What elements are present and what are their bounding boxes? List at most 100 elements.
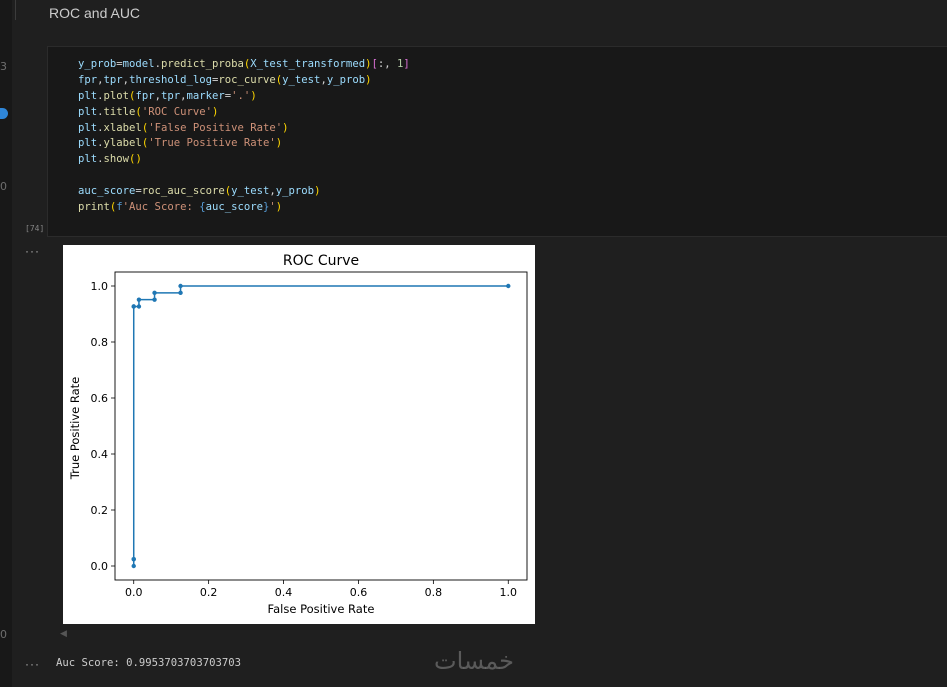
code-token: plt bbox=[78, 105, 98, 118]
chart-title: ROC Curve bbox=[283, 253, 359, 269]
roc-point bbox=[131, 304, 136, 309]
roc-point bbox=[506, 283, 511, 289]
code-token: 'ROC Curve' bbox=[141, 105, 212, 118]
code-token: threshold_log bbox=[129, 73, 212, 86]
code-line: auc_score=roc_auc_score(y_test,y_prob) bbox=[78, 184, 410, 200]
code-token: ) bbox=[135, 153, 142, 166]
code-token: plot bbox=[103, 89, 130, 102]
auc-output-text: Auc Score: 0.9953703703703703 bbox=[56, 657, 241, 669]
watermark-logo: خمسات bbox=[434, 647, 514, 675]
left-gutter: 3 0 0 bbox=[0, 0, 12, 687]
code-token: marker bbox=[186, 89, 225, 102]
output-more-icon[interactable]: ··· bbox=[25, 244, 40, 258]
code-line: y_prob=model.predict_proba(X_test_transf… bbox=[78, 57, 410, 73]
code-token: :, bbox=[377, 58, 397, 70]
code-token: X_test_transformed bbox=[250, 58, 366, 70]
code-token: auc_score bbox=[78, 185, 136, 198]
breakpoint-indicator[interactable] bbox=[0, 108, 8, 119]
y-tick-label: 0.4 bbox=[91, 448, 109, 461]
code-line: plt.xlabel('False Positive Rate') bbox=[78, 121, 410, 137]
roc-point bbox=[152, 297, 157, 302]
code-token: plt bbox=[78, 89, 98, 102]
roc-point bbox=[136, 297, 142, 302]
y-tick-label: 1.0 bbox=[91, 280, 109, 293]
code-token: ) bbox=[250, 89, 257, 102]
code-editor[interactable]: y_prob=model.predict_proba(X_test_transf… bbox=[78, 57, 410, 216]
output-more-icon[interactable]: ··· bbox=[25, 657, 40, 671]
y-tick-label: 0.2 bbox=[91, 504, 109, 517]
x-tick-label: 0.6 bbox=[350, 586, 368, 599]
roc-line bbox=[132, 285, 509, 566]
code-token: roc_curve bbox=[218, 73, 276, 86]
code-line: fpr,tpr,threshold_log=roc_curve(y_test,y… bbox=[78, 73, 410, 89]
roc-series bbox=[131, 283, 511, 569]
x-tick-label: 0.4 bbox=[275, 586, 293, 599]
roc-point bbox=[131, 556, 136, 562]
code-token: 'False Positive Rate' bbox=[148, 121, 283, 134]
execution-count: [74] bbox=[25, 224, 45, 233]
code-token: ] bbox=[403, 58, 410, 70]
roc-point bbox=[131, 563, 136, 569]
code-line: print(f'Auc Score: {auc_score}') bbox=[78, 200, 410, 216]
code-token: print bbox=[78, 201, 110, 214]
x-axis-label: False Positive Rate bbox=[268, 602, 375, 616]
code-token: plt bbox=[78, 137, 98, 150]
y-tick-label: 0.6 bbox=[91, 392, 109, 405]
code-token: 'Auc Score: bbox=[122, 201, 200, 214]
code-token: tpr bbox=[160, 89, 181, 102]
code-token: y_prob bbox=[78, 58, 117, 70]
watermark-text: خمسات bbox=[434, 647, 514, 675]
roc-point bbox=[152, 290, 157, 296]
cell-divider bbox=[15, 0, 16, 20]
code-token: ) bbox=[314, 185, 321, 198]
roc-plot-output: ROC Curve False Positive Rate True Posit… bbox=[63, 245, 535, 624]
x-tick-label: 1.0 bbox=[500, 586, 517, 599]
code-token: ) bbox=[275, 137, 283, 150]
y-axis-label: True Positive Rate bbox=[68, 377, 82, 480]
roc-point bbox=[178, 290, 183, 296]
code-token: y_prob bbox=[326, 73, 366, 86]
code-token: plt bbox=[78, 153, 98, 166]
code-token: y_prob bbox=[275, 185, 315, 198]
code-line: plt.title('ROC Curve') bbox=[78, 105, 410, 121]
code-token: 'True Positive Rate' bbox=[148, 137, 276, 150]
scroll-left-icon[interactable]: ◀ bbox=[60, 628, 67, 639]
roc-point bbox=[178, 283, 183, 289]
code-token: ) bbox=[282, 121, 289, 134]
code-token: fpr bbox=[78, 73, 98, 86]
code-token: y_test bbox=[282, 73, 321, 86]
code-token: model bbox=[122, 58, 155, 70]
roc-point bbox=[136, 304, 142, 309]
code-token: plt bbox=[78, 121, 98, 134]
code-token: y_test bbox=[231, 185, 270, 198]
code-token: ) bbox=[211, 105, 219, 118]
y-tick-label: 0.8 bbox=[91, 336, 109, 349]
roc-chart: ROC Curve False Positive Rate True Posit… bbox=[68, 253, 528, 616]
gutter-mark: 0 bbox=[0, 628, 7, 641]
code-line: plt.plot(fpr,tpr,marker='.') bbox=[78, 89, 410, 105]
code-token: predict_proba bbox=[160, 58, 244, 70]
x-tick-label: 0.8 bbox=[425, 586, 443, 599]
code-cell[interactable]: y_prob=model.predict_proba(X_test_transf… bbox=[47, 46, 947, 237]
axis-ticks: 0.0 0.2 0.4 0.6 0.8 1.0 0.0 0.2 0.4 0.6 0.8 1.0 bbox=[91, 280, 518, 599]
code-token: '.' bbox=[231, 89, 251, 102]
x-tick-label: 0.0 bbox=[125, 586, 142, 599]
code-line: plt.show() bbox=[78, 152, 410, 168]
gutter-mark: 3 bbox=[0, 60, 7, 73]
code-token: auc_score bbox=[205, 201, 264, 214]
markdown-heading: ROC and AUC bbox=[49, 5, 141, 21]
code-token: ) bbox=[365, 73, 372, 86]
code-token: ) bbox=[275, 201, 283, 214]
gutter-mark: 0 bbox=[0, 180, 7, 193]
axes-frame bbox=[114, 271, 528, 581]
code-token: title bbox=[103, 105, 136, 118]
code-line: plt.ylabel('True Positive Rate') bbox=[78, 136, 410, 152]
code-token: fpr bbox=[135, 89, 155, 102]
y-tick-label: 0.0 bbox=[91, 560, 109, 573]
x-tick-label: 0.2 bbox=[200, 586, 218, 599]
code-token: show bbox=[103, 153, 130, 166]
code-token: xlabel bbox=[103, 121, 142, 134]
code-token: ylabel bbox=[103, 137, 142, 150]
code-token: roc_auc_score bbox=[141, 185, 225, 198]
